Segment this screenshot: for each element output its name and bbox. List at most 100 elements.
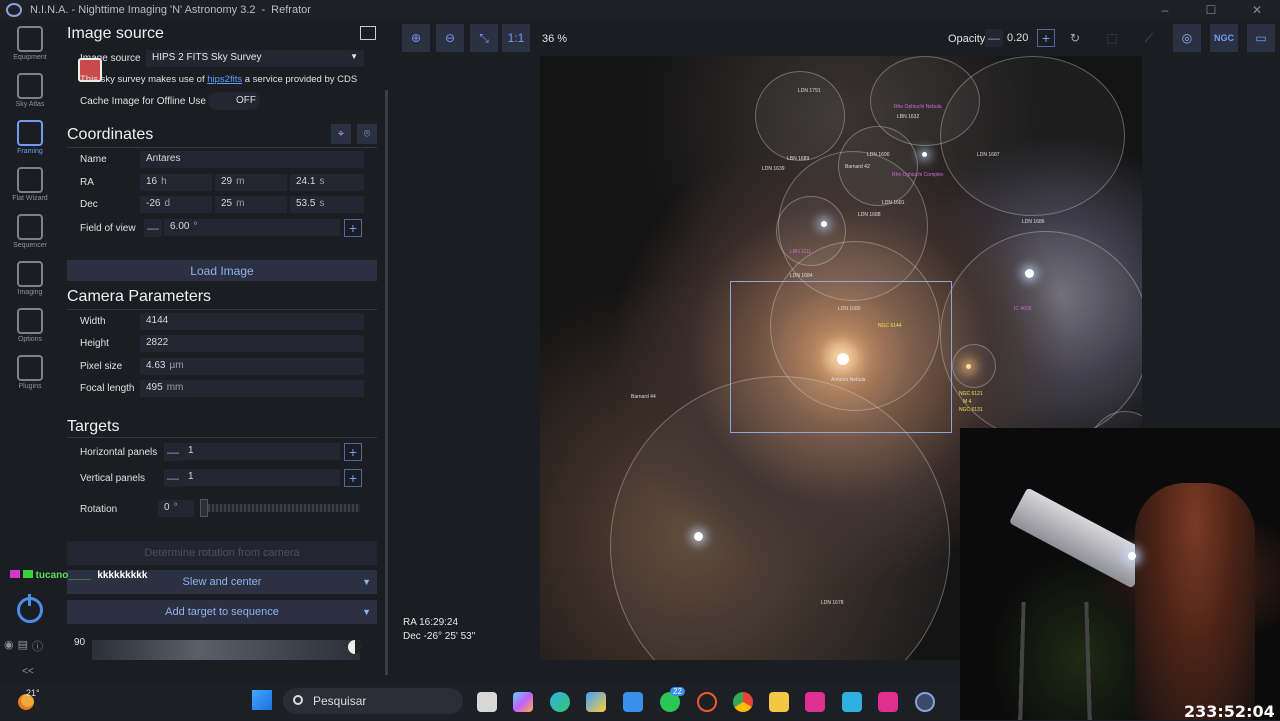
cache-toggle[interactable]: OFF <box>208 92 260 110</box>
store-icon[interactable] <box>586 692 606 712</box>
maximize-button[interactable]: ☐ <box>1188 0 1234 20</box>
nina-taskbar-icon[interactable] <box>915 692 935 712</box>
sidebar-item-flat-wizard[interactable]: Flat Wizard <box>0 161 60 208</box>
sky-label: LBN 1689 <box>787 156 810 162</box>
fit-to-screen-icon[interactable]: ⤡ <box>470 24 498 52</box>
edge-icon[interactable] <box>550 692 570 712</box>
search-icon <box>293 695 303 705</box>
horizontal-panels-decrease-button[interactable]: — <box>164 443 182 461</box>
collapse-sidebar-button[interactable]: << <box>22 666 34 677</box>
windows-start-icon[interactable] <box>252 690 272 710</box>
rotate-icon[interactable]: ↻ <box>1061 24 1089 52</box>
opacity-value[interactable]: 0.20 <box>1007 32 1028 44</box>
sidebar-item-sequencer[interactable]: Sequencer <box>0 208 60 255</box>
dec-minutes-input[interactable]: 25 m <box>215 196 287 213</box>
horizontal-panels-input[interactable]: 1 <box>182 443 340 460</box>
copilot-icon[interactable] <box>513 692 533 712</box>
eye-icon[interactable]: ◉ <box>4 638 14 654</box>
load-image-button[interactable]: Load Image <box>67 260 377 281</box>
camera-fov-rectangle[interactable] <box>730 281 952 433</box>
opacity-increase-button[interactable]: + <box>1037 29 1055 47</box>
equipment-icon <box>17 26 43 52</box>
constellation-boundary-icon[interactable]: ⬚ <box>1098 24 1126 52</box>
task-view-icon[interactable] <box>477 692 497 712</box>
constellation-lines-icon[interactable]: ⟋ <box>1135 24 1163 52</box>
image-source-select[interactable]: HIPS 2 FITS Sky Survey ▼ <box>146 50 364 67</box>
framing-toolbar: ⊕ ⊖ ⤡ 1:1 36 % Opacity — 0.20 + ↻ ⬚ ⟋ ◎ … <box>395 20 1280 56</box>
file-explorer-icon[interactable] <box>769 692 789 712</box>
opacity-decrease-button[interactable]: — <box>985 29 1003 47</box>
zoom-out-icon[interactable]: ⊖ <box>436 24 464 52</box>
sky-label: LDN 1684 <box>790 273 813 279</box>
book-icon[interactable]: ▤ <box>18 638 28 654</box>
ngc-overlay-button[interactable]: NGC <box>1210 24 1238 52</box>
grid-globe-icon[interactable]: ◎ <box>1173 24 1201 52</box>
sidebar-item-framing[interactable]: Framing <box>0 114 60 161</box>
dark-nebula-circle <box>755 71 845 161</box>
sidebar-item-equipment[interactable]: Equipment <box>0 20 60 67</box>
bright-star <box>694 532 703 541</box>
stream-elapsed-time: 233:52:04 <box>1184 702 1275 721</box>
subscriber-badge-icon <box>22 570 33 578</box>
location-pin-icon[interactable]: ⌾ <box>357 124 377 144</box>
app-icon[interactable] <box>805 692 825 712</box>
sidebar-item-sky-atlas[interactable]: Sky Atlas <box>0 67 60 114</box>
book-icon[interactable] <box>360 26 376 40</box>
rotation-slider-handle[interactable] <box>200 499 208 517</box>
width-label: Width <box>80 316 106 327</box>
determine-rotation-button[interactable]: Determine rotation from camera <box>67 541 377 565</box>
vertical-panels-input[interactable]: 1 <box>182 469 340 486</box>
fov-input[interactable]: 6.00 ° <box>164 219 340 236</box>
app-icon[interactable] <box>842 692 862 712</box>
window-title: N.I.N.A. - Nighttime Imaging 'N' Astrono… <box>30 4 256 16</box>
camera-width-input[interactable]: 4144 <box>140 313 364 330</box>
app-icon[interactable] <box>878 692 898 712</box>
minimize-button[interactable]: – <box>1142 0 1188 20</box>
horizontal-panels-label: Horizontal panels <box>80 447 158 458</box>
close-button[interactable]: ✕ <box>1234 0 1280 20</box>
sidebar-item-plugins[interactable]: Plugins <box>0 349 60 396</box>
cursor-dec: Dec -26° 25' 53" <box>403 631 476 642</box>
vertical-panels-label: Vertical panels <box>80 473 146 484</box>
ra-hours-input[interactable]: 16 h <box>140 174 212 191</box>
sidebar-item-options[interactable]: Options <box>0 302 60 349</box>
whatsapp-badge: 22 <box>670 687 685 696</box>
chrome-icon[interactable] <box>733 692 753 712</box>
sky-label: LDN 1678 <box>821 600 844 606</box>
webcam-overlay <box>960 428 1280 720</box>
target-name-input[interactable]: Antares <box>140 151 364 168</box>
fov-increase-button[interactable]: + <box>344 219 362 237</box>
ra-seconds-input[interactable]: 24.1 s <box>290 174 364 191</box>
map-overlay-icon[interactable]: ▭ <box>1247 24 1275 52</box>
framing-settings-panel: Image source Image source HIPS 2 FITS Sk… <box>60 20 390 660</box>
title-bar: N.I.N.A. - Nighttime Imaging 'N' Astrono… <box>0 0 1280 20</box>
one-to-one-button[interactable]: 1:1 <box>502 24 530 52</box>
info-icon[interactable]: ⓘ <box>32 638 43 654</box>
camera-parameters-heading: Camera Parameters <box>67 288 212 305</box>
panel-scrollbar[interactable] <box>384 20 389 675</box>
hips2fits-link[interactable]: hips2fits <box>207 74 242 85</box>
telescope-coordinates-icon[interactable]: ⌖ <box>331 124 351 144</box>
dec-degrees-input[interactable]: -26 d <box>140 196 212 213</box>
sky-label: M 4 <box>963 399 972 405</box>
fov-decrease-button[interactable]: — <box>144 219 162 237</box>
vertical-panels-decrease-button[interactable]: — <box>164 469 182 487</box>
opera-icon[interactable] <box>697 692 717 712</box>
focal-length-input[interactable]: 495 mm <box>140 380 364 397</box>
app-icon[interactable] <box>623 692 643 712</box>
sidebar-item-imaging[interactable]: Imaging <box>0 255 60 302</box>
taskbar-search[interactable]: Pesquisar <box>283 688 463 714</box>
camera-height-input[interactable]: 2822 <box>140 335 364 352</box>
power-icon[interactable] <box>17 594 43 623</box>
rotation-slider[interactable] <box>200 504 360 512</box>
ra-minutes-input[interactable]: 29 m <box>215 174 287 191</box>
horizontal-panels-increase-button[interactable]: + <box>344 443 362 461</box>
m4-cluster <box>966 364 971 369</box>
zoom-in-icon[interactable]: ⊕ <box>402 24 430 52</box>
dec-seconds-input[interactable]: 53.5 s <box>290 196 364 213</box>
bright-star <box>1025 269 1034 278</box>
vertical-panels-increase-button[interactable]: + <box>344 469 362 487</box>
rotation-input[interactable]: 0 ° <box>158 500 194 517</box>
add-target-button[interactable]: Add target to sequence ▼ <box>67 600 377 624</box>
pixel-size-input[interactable]: 4.63 µm <box>140 358 364 375</box>
